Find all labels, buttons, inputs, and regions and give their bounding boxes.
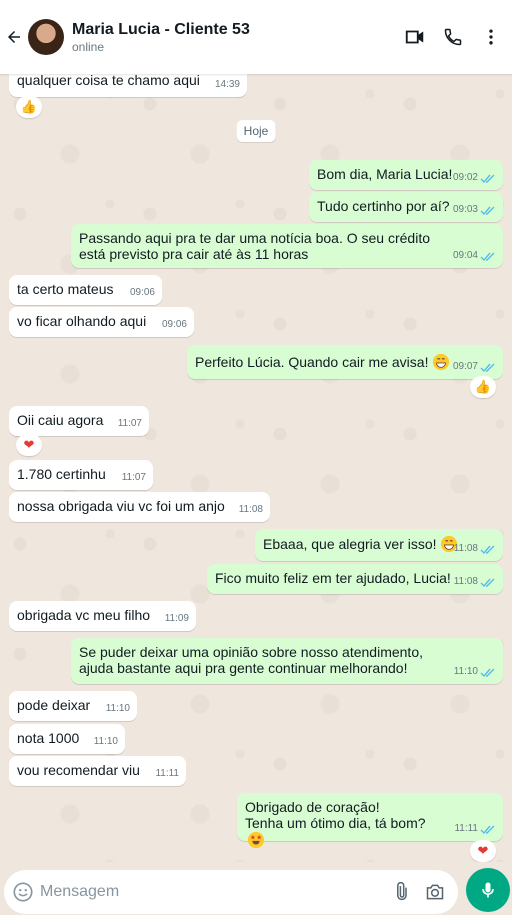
message-time: 11:07: [121, 472, 146, 483]
attach-icon[interactable]: [384, 875, 418, 909]
contact-info[interactable]: Maria Lucia - Cliente 53 online: [72, 20, 396, 54]
composer-bar: Mensagem: [0, 866, 512, 915]
mic-button[interactable]: [466, 868, 510, 912]
message-incoming[interactable]: pode deixar 11:10: [9, 691, 137, 721]
message-incoming[interactable]: nota 1000 11:10: [9, 724, 125, 754]
back-arrow-icon[interactable]: [2, 25, 26, 49]
message-incoming[interactable]: 1.780 certinhu 11:07: [9, 460, 153, 490]
message-text: Se puder deixar uma opinião sobre nosso …: [79, 644, 427, 676]
message-time: 09:06: [161, 319, 187, 330]
reaction-heart[interactable]: ❤: [470, 840, 496, 862]
message-incoming[interactable]: Oii caiu agora 11:07: [9, 406, 149, 436]
message-time: 11:09: [164, 613, 189, 624]
avatar[interactable]: [28, 19, 64, 55]
message-text: Tudo certinho por aí?: [317, 198, 450, 214]
message-text: nossa obrigada viu vc foi um anjo: [17, 498, 225, 514]
read-ticks-icon: [480, 363, 495, 372]
message-time: 11:11: [155, 768, 179, 779]
camera-icon[interactable]: [418, 875, 452, 909]
read-ticks-icon: [480, 578, 495, 587]
read-ticks-icon: [480, 825, 495, 834]
reaction-heart[interactable]: ❤: [16, 434, 42, 456]
message-text: Passando aqui pra te dar uma notícia boa…: [79, 230, 434, 262]
message-text: obrigada vc meu filho: [17, 607, 151, 623]
message-text: Fico muito feliz em ter ajudado, Lucia!: [215, 570, 451, 586]
message-text: Perfeito Lúcia. Quando cair me avisa!: [195, 354, 429, 370]
message-time: 09:02: [452, 172, 478, 183]
reaction-thumbs-up[interactable]: 👍: [16, 96, 42, 118]
day-chip: Hoje: [236, 120, 276, 142]
message-text: Oii caiu agora: [17, 412, 104, 428]
emoji-icon[interactable]: [12, 881, 34, 903]
message-text: Bom dia, Maria Lucia!: [317, 166, 453, 182]
message-text: vou recomendar viu: [17, 762, 140, 778]
message-time: 09:04: [452, 250, 478, 261]
message-outgoing[interactable]: Passando aqui pra te dar uma notícia boa…: [71, 224, 503, 268]
read-ticks-icon: [480, 206, 495, 215]
grin-emoji-icon: [432, 353, 450, 371]
message-time: 11:08: [238, 504, 263, 515]
mic-icon: [482, 882, 494, 898]
message-incoming[interactable]: obrigada vc meu filho 11:09: [9, 601, 196, 631]
read-ticks-icon: [480, 545, 495, 554]
message-incoming[interactable]: ta certo mateus 09:06: [9, 275, 162, 305]
contact-status: online: [72, 40, 105, 54]
message-outgoing[interactable]: Obrigado de coração! Tenha um ótimo dia,…: [237, 793, 503, 849]
message-input[interactable]: Mensagem: [4, 870, 458, 914]
message-text: pode deixar: [17, 697, 91, 713]
message-time: 11:10: [105, 703, 130, 714]
message-incoming[interactable]: vo ficar olhando aqui 09:06: [9, 307, 194, 337]
message-time: 11:08: [453, 543, 478, 554]
message-outgoing[interactable]: Tudo certinho por aí? 09:03: [309, 192, 503, 222]
message-outgoing[interactable]: Se puder deixar uma opinião sobre nosso …: [71, 638, 503, 684]
read-ticks-icon: [480, 252, 495, 261]
message-outgoing[interactable]: Fico muito feliz em ter ajudado, Lucia! …: [207, 564, 503, 594]
message-time: 09:06: [129, 287, 155, 298]
star-struck-emoji-icon: [247, 831, 265, 849]
contact-name: Maria Lucia - Cliente 53: [72, 21, 250, 38]
message-placeholder: Mensagem: [40, 883, 120, 900]
message-time: 09:07: [452, 361, 478, 372]
message-time: 09:03: [452, 204, 478, 215]
video-call-icon[interactable]: [396, 18, 434, 56]
more-options-icon[interactable]: [472, 18, 510, 56]
read-ticks-icon: [480, 668, 495, 677]
voice-call-icon[interactable]: [434, 18, 472, 56]
chat-header: Maria Lucia - Cliente 53 online: [0, 0, 512, 74]
message-time: 11:10: [453, 666, 478, 677]
message-incoming[interactable]: vou recomendar viu 11:11: [9, 756, 186, 786]
message-text: ta certo mateus: [17, 281, 114, 297]
message-text: Obrigado de coração! Tenha um ótimo dia,…: [245, 799, 426, 831]
message-time: 11:11: [454, 823, 478, 834]
message-time: 11:07: [117, 418, 142, 429]
message-time: 11:10: [93, 736, 118, 747]
message-outgoing[interactable]: Ebaaa, que alegria ver isso! 11:08: [255, 529, 503, 561]
reaction-thumbs-up[interactable]: 👍: [470, 376, 496, 398]
message-outgoing[interactable]: Bom dia, Maria Lucia! 09:02: [309, 160, 503, 190]
message-incoming[interactable]: qualquer coisa te chamo aqui 14:39: [9, 74, 247, 97]
message-text: qualquer coisa te chamo aqui: [17, 74, 200, 88]
message-text: nota 1000: [17, 730, 80, 746]
read-ticks-icon: [480, 174, 495, 183]
message-incoming[interactable]: nossa obrigada viu vc foi um anjo 11:08: [9, 492, 270, 522]
message-list[interactable]: qualquer coisa te chamo aqui 14:39 👍 Hoj…: [0, 74, 512, 862]
message-time: 14:39: [214, 79, 240, 90]
message-text: vo ficar olhando aqui: [17, 313, 147, 329]
message-text: Ebaaa, que alegria ver isso!: [263, 536, 437, 552]
message-outgoing[interactable]: Perfeito Lúcia. Quando cair me avisa! 09…: [187, 345, 503, 379]
message-text: 1.780 certinhu: [17, 466, 106, 482]
message-time: 11:08: [453, 576, 478, 587]
